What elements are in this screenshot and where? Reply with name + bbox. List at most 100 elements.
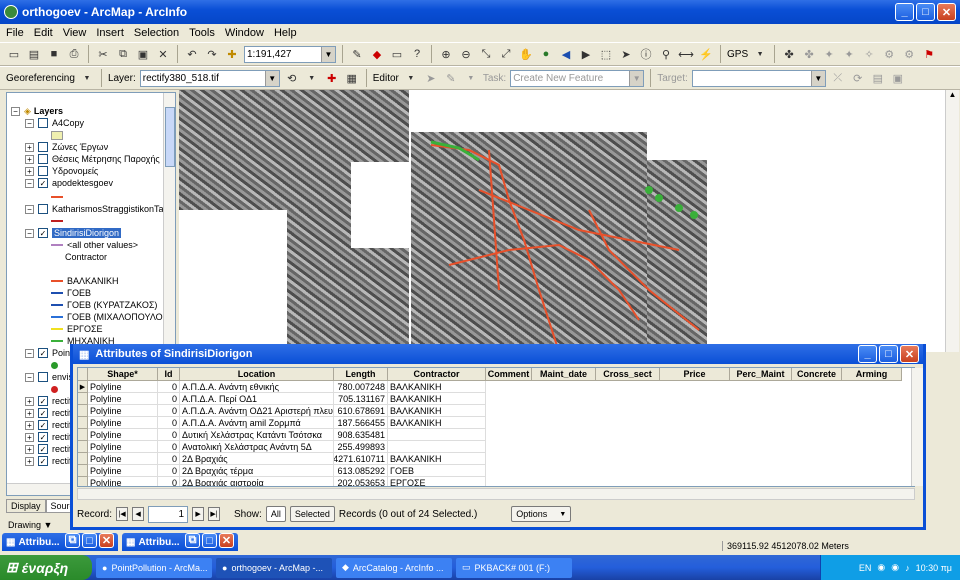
add-control-points-icon[interactable]: ✚ xyxy=(324,70,340,86)
rotate-tool-icon[interactable]: ⟳ xyxy=(850,70,866,86)
table-cell[interactable]: 255.499893 xyxy=(334,441,388,453)
tray-icon[interactable]: ◉ xyxy=(877,562,885,573)
back-arrow-icon[interactable]: ◀ xyxy=(558,46,574,62)
col-header-contractor[interactable]: Contractor xyxy=(388,368,486,381)
row-selector[interactable] xyxy=(78,441,88,453)
table-cell[interactable]: 0 xyxy=(158,441,180,453)
table-cell[interactable] xyxy=(388,429,486,441)
table-cell[interactable]: ΓΟΕΒ xyxy=(388,465,486,477)
row-selector[interactable] xyxy=(78,393,88,405)
collapse-icon[interactable]: − xyxy=(25,372,34,382)
layer-checkbox[interactable]: ✓ xyxy=(38,228,48,238)
layer-checkbox[interactable]: ✓ xyxy=(38,178,48,188)
chevron-down-icon[interactable]: ▼ xyxy=(79,70,95,86)
open-folder-icon[interactable]: ▤ xyxy=(26,46,42,62)
record-number-input[interactable]: 1 xyxy=(148,505,189,523)
expand-icon[interactable]: + xyxy=(25,154,34,164)
menu-tools[interactable]: Tools xyxy=(189,27,215,39)
table-cell[interactable]: ΒΑΛΚΑΝΙΚΗ xyxy=(388,405,486,417)
fixed-zoom-out-icon[interactable]: ⤢ xyxy=(498,46,514,62)
tab-display[interactable]: Display xyxy=(6,499,46,513)
sketch-properties-icon[interactable]: ▣ xyxy=(890,70,906,86)
layer-checkbox[interactable] xyxy=(38,372,48,382)
table-cell[interactable]: Α.Π.Δ.Α. Ανάντη εθνικής xyxy=(180,381,334,393)
gps-menu[interactable]: GPS xyxy=(727,49,748,60)
layer-checkbox[interactable]: ✓ xyxy=(38,420,48,430)
table-cell[interactable]: Polyline xyxy=(88,441,158,453)
collapse-icon[interactable]: − xyxy=(25,348,34,358)
table-cell[interactable]: 2Δ Βραχιάς αιστροία xyxy=(180,477,334,486)
row-selector[interactable] xyxy=(78,477,88,486)
scroll-up-icon[interactable]: ▲ xyxy=(946,90,959,99)
chevron-down-icon[interactable]: ▼ xyxy=(463,70,479,86)
layer-checkbox[interactable]: ✓ xyxy=(38,432,48,442)
minimize-button[interactable]: _ xyxy=(858,345,877,363)
row-selector[interactable]: ▶ xyxy=(78,381,88,393)
layer-checkbox[interactable]: ✓ xyxy=(38,396,48,406)
first-record-button[interactable]: |◀ xyxy=(116,507,129,521)
taskbar-item[interactable]: ◆ ArcCatalog - ArcInfo ... xyxy=(336,557,452,578)
col-header-cross-sect[interactable]: Cross_sect xyxy=(596,368,660,381)
gps-tool-icon[interactable]: ✦ xyxy=(821,46,837,62)
select-features-icon[interactable]: ⬚ xyxy=(598,46,614,62)
start-button[interactable]: ⊞ έναρξη xyxy=(0,555,92,580)
layer-checkbox[interactable] xyxy=(38,118,48,128)
table-cell[interactable]: 908.635481 xyxy=(334,429,388,441)
zoom-in-icon[interactable]: ⊕ xyxy=(438,46,454,62)
table-cell[interactable]: Α.Π.Δ.Α. Ανάντη ΟΔ21 Αριστερή πλευρά xyxy=(180,405,334,417)
grid-hscrollbar[interactable] xyxy=(77,488,915,500)
show-selected-button[interactable]: Selected xyxy=(289,506,335,522)
layer-checkbox[interactable]: ✓ xyxy=(38,348,48,358)
whats-this-icon[interactable]: ? xyxy=(409,46,425,62)
delete-icon[interactable]: ✕ xyxy=(155,46,171,62)
table-cell[interactable]: 0 xyxy=(158,393,180,405)
maximize-button[interactable]: □ xyxy=(879,345,898,363)
toc-item[interactable]: + Ζώνες Έργων xyxy=(25,141,108,153)
table-cell[interactable]: Α.Π.Δ.Α. Περί ΟΔ1 xyxy=(180,393,334,405)
layer-checkbox[interactable] xyxy=(38,204,48,214)
table-cell[interactable]: 0 xyxy=(158,405,180,417)
table-cell[interactable]: Ανατολική Χελάστρας Ανάντη 5Δ xyxy=(180,441,334,453)
table-cell[interactable]: Polyline xyxy=(88,465,158,477)
table-cell[interactable]: 187.566455 xyxy=(334,417,388,429)
table-cell[interactable]: 2Δ Βραχιάς τέρμα xyxy=(180,465,334,477)
layer-checkbox[interactable] xyxy=(38,166,48,176)
col-header-location[interactable]: Location xyxy=(180,368,334,381)
table-cell[interactable]: Polyline xyxy=(88,381,158,393)
copy-icon[interactable]: ⧉ xyxy=(115,46,131,62)
sketch-tool-icon[interactable]: ✎ xyxy=(443,70,459,86)
toc-item[interactable]: − KatharismosStraggistikonTafro xyxy=(25,203,174,215)
table-cell[interactable]: Polyline xyxy=(88,477,158,486)
expand-icon[interactable]: + xyxy=(25,444,34,454)
arctoolbox-icon[interactable]: ◆ xyxy=(369,46,385,62)
language-indicator[interactable]: EN xyxy=(859,563,872,573)
chevron-down-icon[interactable]: ▼ xyxy=(321,46,335,62)
chevron-down-icon[interactable]: ▼ xyxy=(264,70,279,86)
col-header-comment[interactable]: Comment xyxy=(486,368,532,381)
forward-arrow-icon[interactable]: ▶ xyxy=(578,46,594,62)
layer-combo[interactable]: rectify380_518.tif ▼ xyxy=(139,69,280,87)
toc-item[interactable]: + Υδρονομείς xyxy=(25,165,98,177)
maximize-button[interactable]: □ xyxy=(916,3,935,21)
table-cell[interactable]: 0 xyxy=(158,429,180,441)
drawing-menu[interactable]: Drawing ▼ xyxy=(8,520,52,530)
menu-insert[interactable]: Insert xyxy=(96,27,124,39)
expand-icon[interactable]: + xyxy=(25,166,34,176)
table-cell[interactable]: Polyline xyxy=(88,405,158,417)
table-cell[interactable]: 0 xyxy=(158,381,180,393)
table-cell[interactable]: 0 xyxy=(158,453,180,465)
rotate-icon[interactable]: ⟲ xyxy=(284,70,300,86)
redo-icon[interactable]: ↷ xyxy=(204,46,220,62)
next-record-button[interactable]: ▶ xyxy=(192,507,205,521)
identify-icon[interactable]: ⓘ xyxy=(638,46,654,62)
table-cell[interactable]: Polyline xyxy=(88,417,158,429)
menu-help[interactable]: Help xyxy=(274,27,297,39)
show-all-button[interactable]: All xyxy=(265,506,286,522)
measure-icon[interactable]: ⟷ xyxy=(678,46,694,62)
table-cell[interactable]: Polyline xyxy=(88,393,158,405)
col-header-id[interactable]: Id xyxy=(158,368,180,381)
table-cell[interactable]: Polyline xyxy=(88,429,158,441)
layer-checkbox[interactable]: ✓ xyxy=(38,444,48,454)
toc-layers[interactable]: − ◈ Layers xyxy=(11,105,63,117)
col-header-arming[interactable]: Arming xyxy=(842,368,902,381)
